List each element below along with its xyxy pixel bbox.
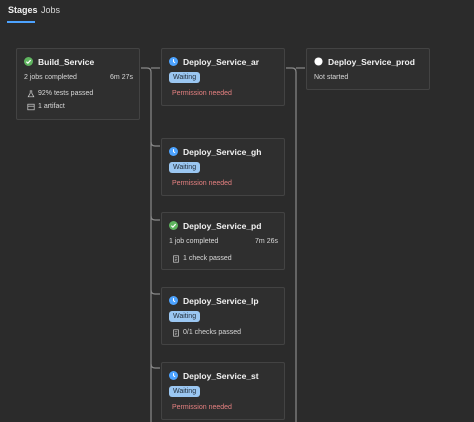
artifacts-link[interactable]: 1 artifact	[38, 103, 65, 110]
stage-title: Deploy_Service_gh	[183, 147, 262, 157]
tests-passed-link[interactable]: 92% tests passed	[38, 90, 93, 97]
stage-card-deploy-service-gh[interactable]: Deploy_Service_gh Waiting Permission nee…	[161, 138, 285, 196]
permission-needed-link[interactable]: Permission needed	[172, 180, 232, 187]
stage-title: Deploy_Service_ar	[183, 57, 260, 67]
stage-title: Deploy_Service_pd	[183, 221, 262, 231]
jobs-summary: 1 job completed	[169, 238, 219, 245]
clock-circle-icon	[169, 296, 178, 305]
clock-circle-icon	[169, 371, 178, 380]
artifact-icon	[27, 103, 35, 111]
stage-duration: 6m 27s	[110, 74, 133, 81]
checks-link[interactable]: 1 check passed	[183, 255, 232, 262]
status-badge: Waiting	[169, 311, 201, 322]
stage-title: Deploy_Service_st	[183, 371, 259, 381]
flask-icon	[27, 90, 35, 98]
clock-circle-icon	[169, 57, 178, 66]
stage-title: Deploy_Service_lp	[183, 296, 259, 306]
stage-status-text: Not started	[314, 74, 349, 81]
status-badge: Waiting	[169, 162, 201, 173]
checklist-icon	[173, 329, 179, 337]
stage-title: Deploy_Service_prod	[328, 57, 415, 67]
stage-title: Build_Service	[38, 57, 95, 67]
jobs-summary: 2 jobs completed	[24, 74, 77, 81]
permission-needed-link[interactable]: Permission needed	[172, 90, 232, 97]
stage-card-deploy-service-ar[interactable]: Deploy_Service_ar Waiting Permission nee…	[161, 48, 285, 106]
check-circle-icon	[169, 221, 178, 230]
checks-link[interactable]: 0/1 checks passed	[183, 329, 241, 336]
status-badge: Waiting	[169, 72, 201, 83]
stage-card-deploy-service-prod[interactable]: Deploy_Service_prod Not started	[306, 48, 430, 90]
permission-needed-link[interactable]: Permission needed	[172, 404, 232, 411]
check-circle-icon	[24, 57, 33, 66]
status-badge: Waiting	[169, 386, 201, 397]
checklist-icon	[173, 255, 179, 263]
stage-card-build-service[interactable]: Build_Service 2 jobs completed 6m 27s 92…	[16, 48, 140, 120]
empty-circle-icon	[314, 57, 323, 66]
clock-circle-icon	[169, 147, 178, 156]
stage-card-deploy-service-lp[interactable]: Deploy_Service_lp Waiting 0/1 checks pas…	[161, 287, 285, 345]
stage-card-deploy-service-pd[interactable]: Deploy_Service_pd 1 job completed 7m 26s…	[161, 212, 285, 270]
stage-duration: 7m 26s	[255, 238, 278, 245]
stage-card-deploy-service-st[interactable]: Deploy_Service_st Waiting Permission nee…	[161, 362, 285, 420]
